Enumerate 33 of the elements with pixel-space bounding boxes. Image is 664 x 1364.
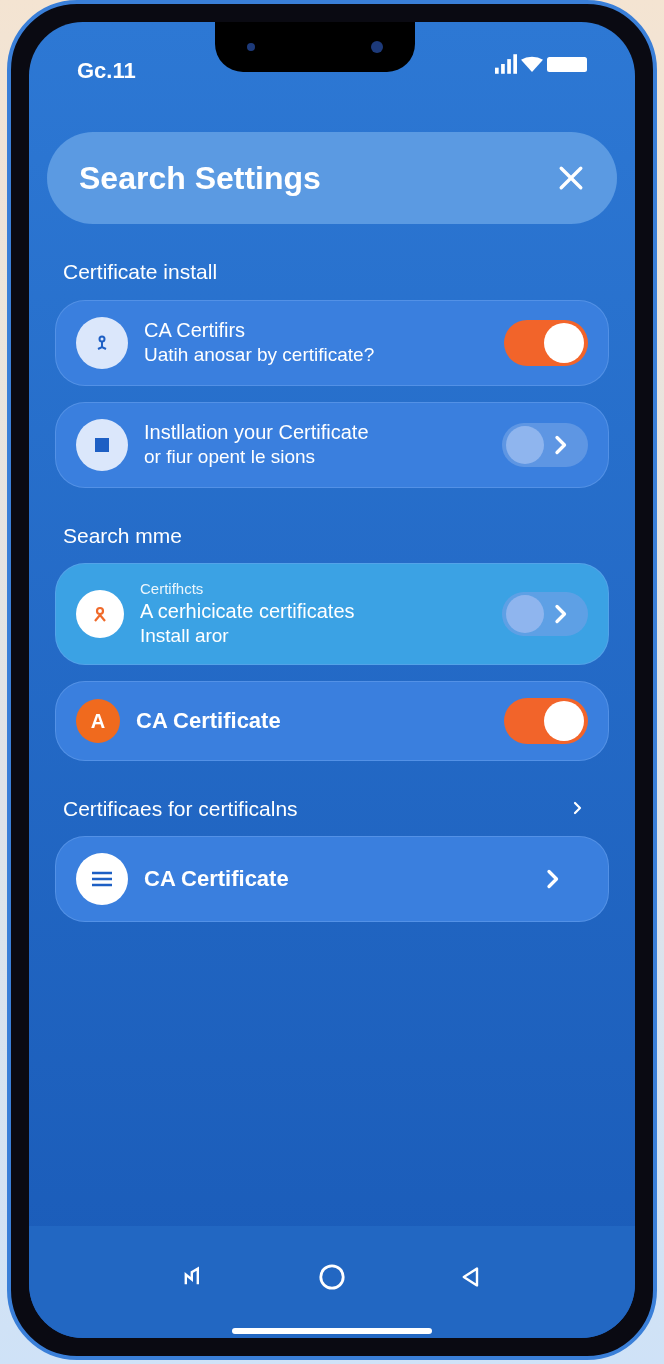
item-title: Instllation your Certificate xyxy=(144,420,370,446)
card-icon xyxy=(76,853,128,905)
wifi-icon xyxy=(521,56,543,72)
settings-item[interactable]: CA Certificate xyxy=(55,836,609,922)
item-title: CA Certificate xyxy=(136,706,282,735)
battery-icon xyxy=(547,56,587,72)
item-title: A cerhicicate certificates xyxy=(140,598,356,624)
settings-item[interactable]: Certifhcts A cerhicicate certificates Install aror xyxy=(55,563,609,665)
settings-item[interactable]: A CA Certificate xyxy=(55,680,609,761)
toggle-switch[interactable] xyxy=(504,697,588,744)
section-header: Certificate install xyxy=(63,259,218,285)
section-header: Certificaes for certificalns xyxy=(63,795,298,822)
person-icon xyxy=(76,316,128,369)
status-time: Gc.11 xyxy=(77,57,136,85)
item-title: CA Certifirs xyxy=(144,318,247,344)
section-header: Search mme xyxy=(63,522,183,549)
settings-item[interactable]: CA Certifirs Uatih anosar by certificate? xyxy=(55,299,609,386)
close-icon[interactable] xyxy=(557,164,585,192)
settings-item[interactable]: Instllation your Certificate or fiur opent le sions xyxy=(55,401,609,488)
item-caption: Certifhcts xyxy=(140,580,205,599)
square-icon xyxy=(76,418,128,471)
signal-icon xyxy=(495,54,517,74)
item-subtitle: or fiur opent le sions xyxy=(144,445,317,469)
toggle-switch[interactable] xyxy=(504,319,588,366)
home-icon[interactable] xyxy=(318,1263,346,1291)
arrow-pill-button[interactable] xyxy=(502,422,588,467)
search-title: Search Settings xyxy=(79,159,321,198)
item-title: CA Certificate xyxy=(144,865,290,893)
item-subtitle: Uatih anosar by certificate? xyxy=(144,343,376,367)
person-icon xyxy=(76,589,124,638)
search-bar[interactable]: Search Settings xyxy=(47,132,617,224)
item-subtitle: Install aror xyxy=(140,623,230,648)
avatar: A xyxy=(76,698,120,743)
